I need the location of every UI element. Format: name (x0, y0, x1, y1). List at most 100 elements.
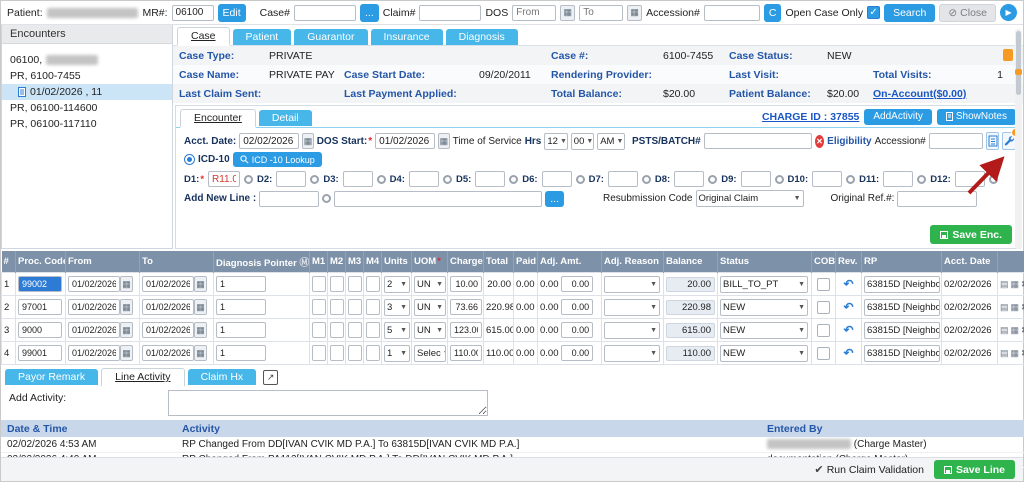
col-total[interactable]: Total (484, 251, 514, 273)
m2-input[interactable] (330, 299, 344, 315)
d4-lookup-icon[interactable] (443, 175, 452, 184)
reverse-icon[interactable]: ↶ (843, 277, 853, 291)
d2-input[interactable] (276, 171, 306, 187)
rp-select[interactable]: 63815D [Neighbo▼ (864, 345, 940, 362)
tab-line-activity[interactable]: Line Activity (101, 368, 184, 387)
m4-input[interactable] (366, 276, 380, 292)
d9-lookup-icon[interactable] (775, 175, 784, 184)
m4-input[interactable] (366, 299, 380, 315)
tab-detail[interactable]: Detail (259, 110, 312, 126)
m4-input[interactable] (366, 322, 380, 338)
minute-select[interactable]: 00▼ (571, 133, 594, 150)
line-notes-icon[interactable]: ▤ (1000, 279, 1009, 290)
ampm-select[interactable]: AM▼ (597, 133, 625, 150)
col-proc-code[interactable]: Proc. Code (16, 251, 66, 273)
adj-amt-input[interactable] (561, 276, 593, 292)
col-charge[interactable]: Charge* (448, 251, 484, 273)
adj-amt-input[interactable] (561, 299, 593, 315)
charge-input[interactable] (450, 322, 482, 338)
m1-input[interactable] (312, 276, 326, 292)
proc-code-input[interactable] (18, 299, 62, 315)
m1-input[interactable] (312, 322, 326, 338)
from-date-input[interactable] (68, 345, 120, 361)
run-claim-validation-check[interactable]: ✔ Run Claim Validation (814, 463, 924, 476)
reverse-icon[interactable]: ↶ (843, 323, 853, 337)
new-line-description-input[interactable] (334, 191, 542, 207)
add-activity-textarea[interactable] (168, 390, 488, 416)
d5-lookup-icon[interactable] (509, 175, 518, 184)
line-notes-icon[interactable]: ▤ (1000, 302, 1009, 313)
new-line-lookup-icon[interactable] (322, 194, 331, 203)
reverse-icon[interactable]: ↶ (843, 300, 853, 314)
m3-input[interactable] (348, 299, 362, 315)
d7-input[interactable] (608, 171, 638, 187)
col-diagnosis-pointer[interactable]: Diagnosis Pointer Ⓜ (214, 251, 310, 273)
d10-input[interactable] (812, 171, 842, 187)
calendar-icon[interactable]: ▦ (120, 299, 133, 315)
tools-button[interactable] (1002, 132, 1016, 150)
tab-patient[interactable]: Patient (233, 29, 292, 45)
c-button[interactable]: C (764, 4, 782, 22)
d2-lookup-icon[interactable] (310, 175, 319, 184)
m1-input[interactable] (312, 299, 326, 315)
cob-checkbox[interactable]: ✓ (817, 324, 830, 337)
m2-input[interactable] (330, 322, 344, 338)
save-encounter-button[interactable]: Save Enc. (930, 225, 1012, 244)
alert-icon[interactable] (1003, 49, 1013, 61)
proc-code-input[interactable] (18, 322, 62, 338)
icd10-radio[interactable] (184, 154, 195, 165)
new-line-code-input[interactable] (259, 191, 319, 207)
vertical-scrollbar[interactable] (1015, 29, 1022, 249)
to-date-input[interactable] (142, 345, 194, 361)
to-date-input[interactable] (142, 276, 194, 292)
d6-input[interactable] (542, 171, 572, 187)
status-select[interactable]: NEW▼ (720, 322, 808, 339)
diagnosis-pointer-input[interactable] (216, 322, 266, 338)
m2-input[interactable] (330, 345, 344, 361)
line-notes-icon[interactable]: ▤ (1000, 325, 1009, 336)
diagnosis-pointer-input[interactable] (216, 345, 266, 361)
col-cob[interactable]: COB (812, 251, 836, 273)
col-from[interactable]: From (66, 251, 140, 273)
col-balance[interactable]: Balance (664, 251, 718, 273)
col-units[interactable]: Units (382, 251, 412, 273)
charge-input[interactable] (450, 345, 482, 361)
from-date-input[interactable] (68, 299, 120, 315)
icd10-lookup-button[interactable]: ICD -10 Lookup (233, 152, 322, 167)
col-num[interactable]: # (2, 251, 16, 273)
col-date-time[interactable]: Date & Time (1, 420, 176, 437)
on-account-link[interactable]: On-Account($0.00) (873, 88, 966, 100)
d8-lookup-icon[interactable] (708, 175, 717, 184)
d4-input[interactable] (409, 171, 439, 187)
adj-reason-select[interactable]: ▼ (604, 345, 660, 362)
calendar-icon[interactable]: ▦ (194, 299, 207, 315)
proc-code-input[interactable] (18, 345, 62, 361)
dos-start-input[interactable] (375, 133, 435, 149)
uom-select[interactable]: Selec▼ (414, 345, 446, 362)
charge-id-link[interactable]: CHARGE ID : 37855 (762, 111, 859, 123)
cob-checkbox[interactable]: ✓ (817, 347, 830, 360)
sidebar-item-patient[interactable]: 06100, (2, 52, 172, 68)
show-notes-button[interactable]: ShowNotes (937, 109, 1016, 125)
reverse-icon[interactable]: ↶ (843, 346, 853, 360)
status-select[interactable]: BILL_TO_PT▼ (720, 276, 808, 293)
sidebar-item-case-06100-117110[interactable]: PR, 06100-117110 (2, 116, 172, 132)
line-copy-icon[interactable]: ▦ (1011, 348, 1020, 359)
case-number-input[interactable] (294, 5, 356, 21)
uom-select[interactable]: UN▼ (414, 276, 446, 293)
acct-date-input[interactable] (239, 133, 299, 149)
hour-select[interactable]: 12▼ (544, 133, 567, 150)
play-button[interactable]: ▶ (1000, 4, 1017, 21)
open-case-only-checkbox[interactable]: ✓ (867, 6, 880, 19)
from-date-input[interactable] (68, 276, 120, 292)
col-rev[interactable]: Rev. (836, 251, 862, 273)
m2-input[interactable] (330, 276, 344, 292)
adj-reason-select[interactable]: ▼ (604, 276, 660, 293)
diagnosis-pointer-input[interactable] (216, 276, 266, 292)
col-m4[interactable]: M4 (364, 251, 382, 273)
claim-number-input[interactable] (419, 5, 481, 21)
d3-input[interactable] (343, 171, 373, 187)
col-adj-amt[interactable]: Adj. Amt. (538, 251, 602, 273)
rp-select[interactable]: 63815D [Neighbo▼ (864, 322, 940, 339)
calendar-icon[interactable]: ▦ (194, 322, 207, 338)
